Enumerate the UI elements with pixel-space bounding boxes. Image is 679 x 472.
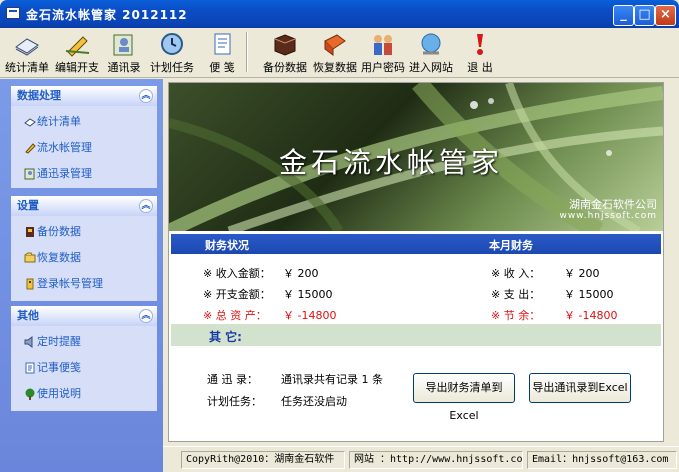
- notebook-icon: [15, 38, 39, 56]
- monthly-expense-value: ￥ 15000: [564, 288, 614, 301]
- settings-panel: 设置 ︽ 备份数据 恢复数据 登录帐号管理: [11, 196, 157, 301]
- speaker-icon: [24, 336, 33, 348]
- note-icon: [25, 362, 35, 374]
- other-panel: 其他 ︽ 定时提醒 记事便笺 使用说明: [11, 306, 157, 411]
- panel-header[interactable]: 设置 ︽: [11, 196, 157, 216]
- clock-icon: [161, 33, 183, 55]
- contacts-icon: [24, 168, 35, 180]
- toolbar-exit-button[interactable]: 退 出: [460, 28, 500, 78]
- sidebar-item-help[interactable]: 使用说明: [11, 381, 157, 407]
- notebook-icon: [24, 118, 36, 127]
- minimize-button[interactable]: _: [613, 5, 634, 26]
- expense-value: ￥ 15000: [283, 288, 333, 301]
- export-contacts-button[interactable]: 导出通讯录到Excel: [529, 373, 631, 403]
- export-finance-button[interactable]: 导出财务清单到Excel: [413, 373, 515, 422]
- toolbar: 统计清单 编辑开支 通讯录 计划任务 便 笺 备份数据 恢复数据 用户密码 进入…: [0, 28, 679, 78]
- toolbar-backup-button[interactable]: 备份数据: [262, 28, 308, 78]
- data-processing-panel: 数据处理 ︽ 统计清单 流水帐管理 通迅录管理: [11, 86, 157, 188]
- sidebar-item-reminder[interactable]: 定时提醒: [11, 329, 157, 355]
- banner-url: www.hnjssoft.com: [559, 211, 657, 221]
- sidebar-item-backup[interactable]: 备份数据: [11, 219, 157, 245]
- window-title: 金石流水帐管家 2012112: [26, 8, 188, 22]
- close-button[interactable]: ×: [655, 5, 676, 26]
- income-label: ※ 收入金额：: [203, 267, 271, 280]
- exit-icon: [477, 34, 483, 55]
- pencil-icon: [65, 36, 90, 57]
- monthly-income-value: ￥ 200: [564, 267, 600, 280]
- sidebar-item-notes[interactable]: 记事便笺: [11, 355, 157, 381]
- monthly-balance-value: ￥ -14800: [564, 309, 618, 322]
- total-assets-label: ※ 总 资 产：: [203, 309, 267, 322]
- tree-icon: [25, 388, 35, 400]
- panel-header[interactable]: 数据处理 ︽: [11, 86, 157, 106]
- sidebar: 数据处理 ︽ 统计清单 流水帐管理 通迅录管理 设置 ︽ 备份数据 恢复数据 登…: [0, 79, 163, 472]
- collapse-icon[interactable]: ︽: [139, 89, 153, 103]
- monthly-balance-label: ※ 节 余：: [491, 309, 541, 322]
- globe-icon: [421, 33, 441, 55]
- contacts-summary: 通讯录共有记录 1 条: [281, 373, 383, 386]
- title-bar: 金石流水帐管家 2012112 _ □ ×: [0, 0, 679, 28]
- toolbar-stats-button[interactable]: 统计清单: [4, 28, 50, 78]
- finance-status-heading: 财务状况: [205, 239, 249, 252]
- sidebar-item-stats[interactable]: 统计清单: [11, 109, 157, 135]
- toolbar-password-button[interactable]: 用户密码: [360, 28, 406, 78]
- other-section-bar: 其 它:: [171, 324, 661, 346]
- pencil-icon: [25, 143, 36, 154]
- banner-title: 金石流水帐管家: [279, 146, 504, 179]
- sidebar-item-account[interactable]: 登录帐号管理: [11, 271, 157, 297]
- restore-icon: [324, 34, 346, 56]
- toolbar-contacts-button[interactable]: 通讯录: [104, 28, 144, 78]
- tasks-label: 计划任务：: [207, 395, 262, 408]
- toolbar-website-button[interactable]: 进入网站: [408, 28, 454, 78]
- panel-header[interactable]: 其他 ︽: [11, 306, 157, 326]
- users-icon: [374, 35, 392, 55]
- status-email: Email：hnjssoft@163.com: [527, 451, 677, 469]
- sidebar-item-contacts[interactable]: 通迅录管理: [11, 161, 157, 187]
- key-icon: [26, 278, 34, 290]
- monthly-finance-heading: 本月财务: [489, 239, 533, 252]
- tasks-summary: 任务还没启动: [281, 395, 347, 408]
- monthly-income-label: ※ 收 入：: [491, 267, 541, 280]
- backup-icon: [26, 227, 34, 237]
- toolbar-tasks-button[interactable]: 计划任务: [148, 28, 196, 78]
- status-bar: CopyRith@2010：湖南金石软件 网站 ：http://www.hnjs…: [163, 446, 679, 472]
- banner: 金石流水帐管家 湖南金石软件公司 www.hnjssoft.com: [169, 83, 663, 231]
- collapse-icon[interactable]: ︽: [139, 199, 153, 213]
- toolbar-edit-expense-button[interactable]: 编辑开支: [54, 28, 100, 78]
- sidebar-item-ledger[interactable]: 流水帐管理: [11, 135, 157, 161]
- income-value: ￥ 200: [283, 267, 319, 280]
- status-copyright: CopyRith@2010：湖南金石软件: [181, 451, 345, 469]
- status-website: 网站 ：http://www.hnjssoft.com: [349, 451, 523, 469]
- toolbar-note-button[interactable]: 便 笺: [202, 28, 242, 78]
- app-icon: [6, 7, 20, 19]
- toolbar-separator: [246, 32, 248, 72]
- note-icon: [214, 33, 231, 55]
- sidebar-item-restore[interactable]: 恢复数据: [11, 245, 157, 271]
- collapse-icon[interactable]: ︽: [139, 309, 153, 323]
- toolbar-restore-button[interactable]: 恢复数据: [312, 28, 358, 78]
- finance-header-bar: 财务状况 本月财务: [171, 234, 661, 254]
- backup-icon: [274, 34, 296, 56]
- restore-icon: [24, 252, 36, 263]
- main-content: 金石流水帐管家 湖南金石软件公司 www.hnjssoft.com 财务状况 本…: [168, 82, 664, 442]
- total-assets-value: ￥ -14800: [283, 309, 337, 322]
- expense-label: ※ 开支金额：: [203, 288, 271, 301]
- contacts-icon: [113, 34, 133, 56]
- maximize-button[interactable]: □: [634, 5, 655, 26]
- other-heading: 其 它:: [209, 330, 242, 344]
- contacts-label: 通 迅 录：: [207, 373, 258, 386]
- monthly-expense-label: ※ 支 出：: [491, 288, 541, 301]
- banner-company: 湖南金石软件公司: [569, 198, 657, 211]
